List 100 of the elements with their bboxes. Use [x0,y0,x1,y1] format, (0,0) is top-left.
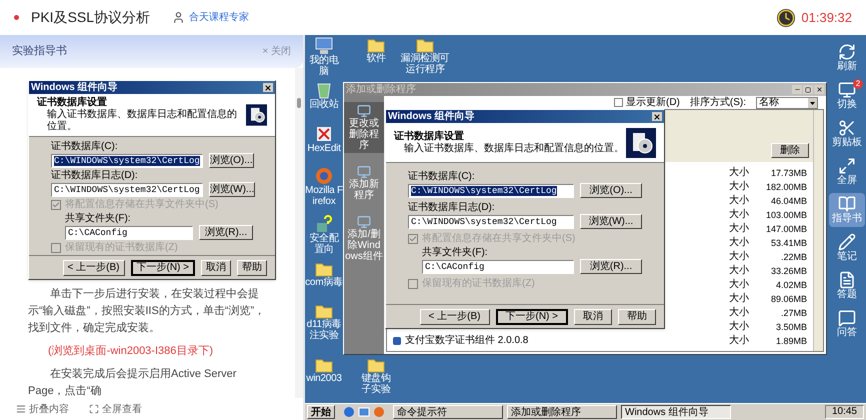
size-value: 4.02MB [774,279,807,291]
desktop-icon-label[interactable]: 软件 [366,53,386,64]
wizard-button[interactable]: 帮助 [237,260,267,276]
desktop-icon-label[interactable]: 回收站 [309,99,339,110]
wizard-button[interactable]: < 上一步(B) [420,308,490,324]
size-value: 33.26MB [770,265,807,277]
dialog-title: Windows 组件向导 [388,110,475,122]
path-field[interactable]: C:\WINDOWS\system32\CertLog [51,154,203,168]
toolbar-button[interactable]: 问答 [829,307,865,341]
close-icon[interactable] [652,112,662,121]
size-label: 大小 [729,251,750,263]
document-icon [838,271,856,289]
checkbox-label: 显示更新(D) [626,96,680,108]
toolbar-button[interactable]: 笔记 [829,231,865,265]
checkbox-label: 将配置信息存储在共享文件夹中(S) [65,199,218,211]
size-value: .27MB [780,307,807,319]
wizard-button[interactable]: 下一步(N) > [496,308,568,324]
fold-button[interactable]: 折叠内容 [16,402,69,416]
fullscreen-button[interactable]: 全屏查看 [89,402,142,416]
setup-icon [315,215,333,233]
wizard-button[interactable]: 取消 [574,308,612,324]
toolbar-button[interactable]: 全屏 [829,155,865,189]
toolbar-button[interactable]: 刷新 [829,41,865,75]
clock-icon [777,8,796,26]
refresh-icon [838,43,856,61]
size-value: 182.00MB [764,181,807,193]
task-button[interactable]: 添加新程序 [344,163,384,203]
fullscreen-icon [838,157,856,175]
close-icon[interactable] [263,83,273,92]
desktop-icon[interactable] [358,406,370,418]
field-label: 共享文件夹(F): [65,213,132,225]
size-label: 大小 [729,209,750,221]
toolbar-button[interactable]: 剪贴板 [829,117,865,151]
path-field[interactable]: C:\WINDOWS\system32\CertLog [408,214,574,228]
browse-button[interactable]: 浏览(W)... [208,182,256,197]
desktop-icon-label[interactable]: Mozilla Firefox [305,185,343,207]
program-name[interactable]: 支付宝数字证书组件 2.0.0.8 [405,335,528,347]
start-button[interactable]: 开始 [307,405,335,419]
minimize-icon[interactable] [792,85,802,94]
wizard-button[interactable]: 帮助 [618,308,656,324]
maximize-icon[interactable] [803,85,813,94]
desktop-icon-label[interactable]: 我的电脑 [305,55,343,77]
size-label: 大小 [729,167,750,179]
browse-button[interactable]: 浏览(O)... [580,183,642,198]
desktop-icon-label[interactable]: 安全配置向 [305,233,343,255]
close-icon[interactable] [814,85,824,94]
toolbar-button[interactable]: 2 切换 [829,79,865,113]
fullscreen-icon [89,404,99,414]
badge: 2 [853,79,863,89]
size-value: 53.41MB [770,237,807,249]
taskbar-item[interactable]: 添加或删除程序 [507,405,617,419]
folder-icon [416,37,434,53]
checkbox-label: 将配置信息存储在共享文件夹中(S) [422,233,576,245]
monitor-icon [357,215,371,229]
desktop-icon-label[interactable]: 键盘钩子实验 [357,373,395,395]
wizard-subheading: 输入证书数据库、数据库日志和配置信息的位置。 [403,142,624,154]
desktop-icon-label[interactable]: d11病毒注实验 [305,319,343,341]
desktop-icon-label[interactable]: win2003 [306,373,342,384]
sort-label: 排序方式(S): [690,96,746,108]
computer-icon [315,37,333,55]
size-label: 大小 [729,265,750,277]
paragraph: 在安装完成后会提示启用Active Server Page，点击“确 [28,366,238,398]
task-button[interactable]: 添加/删除Windows组件 [344,213,384,264]
checkbox[interactable] [614,98,623,107]
scissors-icon [838,119,856,137]
pencil-icon [838,233,856,251]
field-label: 证书数据库(C): [51,141,119,153]
folder-icon [315,357,333,373]
path-field[interactable]: C:\WINDOWS\system32\CertLog [51,182,203,196]
desktop-icon-label[interactable]: 漏洞检测可运行程序 [397,53,453,75]
monitor-icon [357,104,371,118]
wizard-button[interactable]: 取消 [201,260,231,276]
remove-button[interactable]: 删除 [771,143,809,158]
desktop-icon-label[interactable]: HexEdit [307,143,341,154]
size-value: 3.50MB [774,321,807,333]
wizard-button[interactable]: 下一步(N) > [130,260,195,276]
chat-icon [838,309,856,327]
field-label: 共享文件夹(F): [422,247,489,259]
browse-button[interactable]: 浏览(O)... [208,153,254,168]
size-value: 1.89MB [774,335,807,347]
desktop-icon-label[interactable]: com病毒 [305,277,343,288]
browse-button[interactable]: 浏览(W)... [580,214,642,229]
taskbar-item[interactable]: Windows 组件向导 [621,405,731,419]
guide-title: 实验指导书 [12,44,67,60]
size-value: 103.00MB [764,209,807,221]
folder-icon [315,261,333,277]
book-icon [838,195,856,213]
task-button[interactable]: 更改或删除程序 [344,102,384,153]
wizard-heading: 证书数据库设置 [37,97,108,108]
size-label: 大小 [729,321,750,333]
wizard-subheading: 输入证书数据库、数据库日志和配置信息的位置。 [46,109,238,133]
author-name: 合天课程专家 [189,10,250,25]
taskbar-item[interactable]: 命令提示符 [393,405,503,419]
wizard-button[interactable]: < 上一步(B) [62,260,124,276]
recycle-bin-icon [316,81,332,99]
path-field[interactable]: C:\WINDOWS\system32\CertLog [408,184,574,198]
paragraph: 单击下一步后进行安装，在安装过程中会提示“输入磁盘”，按照安装IIS的方式，单击“浏览”，找到文件，确定完成安装。 [28,286,266,336]
sort-dropdown[interactable]: 名称 [756,96,818,108]
toolbar-button[interactable]: 答题 [829,269,865,303]
size-value: 147.00MB [764,223,807,235]
